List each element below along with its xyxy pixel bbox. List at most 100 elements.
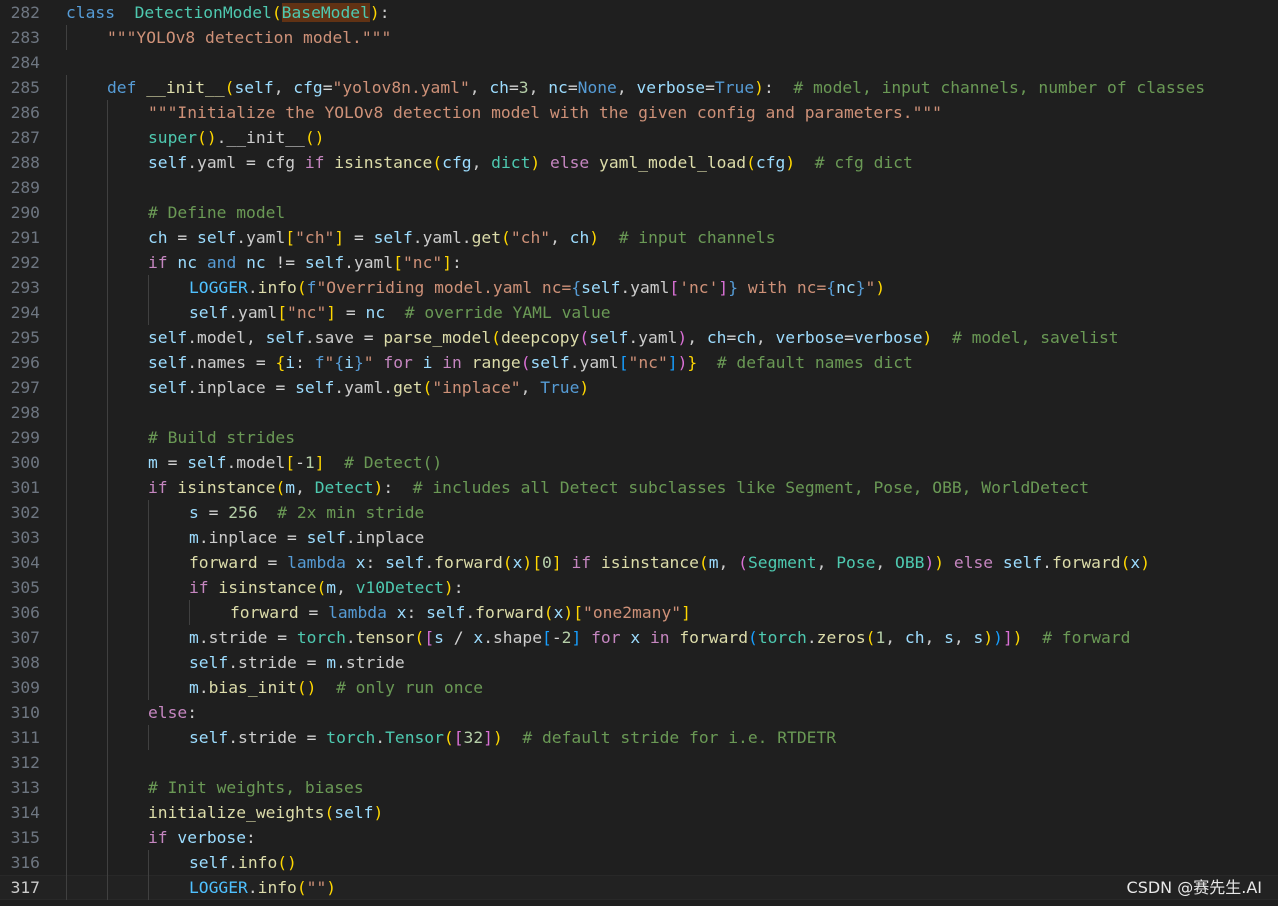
code-token: # 2x min stride xyxy=(277,503,425,522)
code-text: initialize_weights(self) xyxy=(148,800,383,825)
code-token: verbose xyxy=(177,828,247,847)
code-line[interactable]: 297 self.inplace = self.yaml.get("inplace… xyxy=(0,375,1278,400)
code-line[interactable]: 308 self.stride = m.stride xyxy=(0,650,1278,675)
indent-guide xyxy=(66,175,67,200)
code-line[interactable]: 299 # Build strides xyxy=(0,425,1278,450)
code-line[interactable]: 289 xyxy=(0,175,1278,200)
code-line[interactable]: 292 if nc and nc != self.yaml["nc"]: xyxy=(0,250,1278,275)
code-line[interactable]: 288 self.yaml = cfg if isinstance(cfg, di… xyxy=(0,150,1278,175)
code-line[interactable]: 302 s = 256 # 2x min stride xyxy=(0,500,1278,525)
indent-guide xyxy=(107,875,108,900)
code-line[interactable]: 283 """YOLOv8 detection model.""" xyxy=(0,25,1278,50)
code-line[interactable]: 296 self.names = {i: f"{i}" for i in rang… xyxy=(0,350,1278,375)
code-text: # Build strides xyxy=(148,425,295,450)
code-token: if xyxy=(148,253,168,272)
code-token: , xyxy=(550,228,570,247)
code-token: lambda xyxy=(328,603,387,622)
code-token: self xyxy=(1002,553,1043,572)
indent-guide xyxy=(107,725,108,750)
code-line[interactable]: 310 else: xyxy=(0,700,1278,725)
code-line[interactable]: 294 self.yaml["nc"] = nc # override YAML … xyxy=(0,300,1278,325)
code-token: : xyxy=(379,3,390,22)
code-line[interactable]: 311 self.stride = torch.Tensor([32]) # de… xyxy=(0,725,1278,750)
indent-guide xyxy=(148,600,149,625)
code-line[interactable]: 290 # Define model xyxy=(0,200,1278,225)
code-token: i xyxy=(344,353,354,372)
code-token: True xyxy=(714,78,755,97)
code-token: [ xyxy=(669,278,680,297)
code-line[interactable]: 316 self.info() xyxy=(0,850,1278,875)
code-editor[interactable]: 282 class DetectionModel(BaseModel): 283 ""… xyxy=(0,0,1278,906)
code-text: else: xyxy=(148,700,197,725)
code-token: self xyxy=(148,353,188,372)
code-line[interactable]: 303 m.inplace = self.inplace xyxy=(0,525,1278,550)
code-line[interactable]: 300 m = self.model[-1] # Detect() xyxy=(0,450,1278,475)
code-token: : xyxy=(365,553,386,572)
code-token: } xyxy=(855,278,866,297)
code-token: { xyxy=(275,353,286,372)
code-text: def __init__(self, cfg="yolov8n.yaml", c… xyxy=(107,75,1205,100)
indent-guide xyxy=(107,125,108,150)
code-line[interactable]: 317 LOGGER.info("") xyxy=(0,875,1278,900)
code-token: ) xyxy=(677,353,688,372)
code-token: # Init weights, biases xyxy=(148,778,364,797)
code-line[interactable]: 304 forward = lambda x: self.forward(x)[0… xyxy=(0,550,1278,575)
code-line[interactable]: 293 LOGGER.info(f"Overriding model.yaml n… xyxy=(0,275,1278,300)
code-token: in xyxy=(442,353,462,372)
code-token: 'nc' xyxy=(679,278,719,297)
code-token: ) xyxy=(1140,553,1151,572)
code-line[interactable]: 301 if isinstance(m, Detect): # includes … xyxy=(0,475,1278,500)
code-token: "one2many" xyxy=(583,603,682,622)
code-token: .yaml xyxy=(236,228,286,247)
code-token: v10Detect xyxy=(355,578,444,597)
code-text: if nc and nc != self.yaml["nc"]: xyxy=(148,250,462,275)
indent-guide xyxy=(66,225,67,250)
code-token: """YOLOv8 detection model.""" xyxy=(107,28,392,47)
code-token: , xyxy=(471,153,492,172)
code-line[interactable]: 314 initialize_weights(self) xyxy=(0,800,1278,825)
code-token: ch xyxy=(148,228,168,247)
code-token: [ xyxy=(618,353,629,372)
code-line[interactable]: 312 xyxy=(0,750,1278,775)
code-token: ( xyxy=(324,803,335,822)
code-line[interactable]: 295 self.model, self.save = parse_model(d… xyxy=(0,325,1278,350)
code-token: .inplace xyxy=(187,378,276,397)
code-line[interactable]: 306 forward = lambda x: self.forward(x)["… xyxy=(0,600,1278,625)
code-token: ch xyxy=(489,78,509,97)
code-token: = xyxy=(308,603,319,622)
code-line[interactable]: 286 """Initialize the YOLOv8 detection mo… xyxy=(0,100,1278,125)
code-token: cfg xyxy=(255,153,305,172)
code-token: nc xyxy=(246,253,266,272)
indent-guide xyxy=(107,425,108,450)
indent-guide xyxy=(107,650,108,675)
line-number: 293 xyxy=(10,278,40,297)
indent-guide xyxy=(148,525,149,550)
code-text: ch = self.yaml["ch"] = self.yaml.get("ch… xyxy=(148,225,776,250)
code-line[interactable]: 285 def __init__(self, cfg="yolov8n.yaml"… xyxy=(0,75,1278,100)
code-token: if xyxy=(189,578,209,597)
code-token: [ xyxy=(573,603,584,622)
code-line[interactable]: 284 xyxy=(0,50,1278,75)
code-line[interactable]: 298 xyxy=(0,400,1278,425)
code-token: info xyxy=(257,278,297,297)
code-line[interactable]: 309 m.bias_init() # only run once xyxy=(0,675,1278,700)
code-token: ) xyxy=(369,3,380,22)
code-line[interactable]: 307 m.stride = torch.tensor([s / x.shape[… xyxy=(0,625,1278,650)
code-token: initialize_weights xyxy=(148,803,325,822)
code-line[interactable]: 291 ch = self.yaml["ch"] = self.yaml.get(… xyxy=(0,225,1278,250)
code-line[interactable]: 305 if isinstance(m, v10Detect): xyxy=(0,575,1278,600)
code-token: () xyxy=(197,128,217,147)
code-line[interactable]: 282 class DetectionModel(BaseModel): xyxy=(0,0,1278,25)
code-token: .yaml xyxy=(569,353,619,372)
code-text: m.bias_init() # only run once xyxy=(189,675,483,700)
code-token: . xyxy=(465,603,476,622)
code-line[interactable]: 315 if verbose: xyxy=(0,825,1278,850)
code-line[interactable]: 313 # Init weights, biases xyxy=(0,775,1278,800)
code-line[interactable]: 287 super().__init__() xyxy=(0,125,1278,150)
code-token: .shape xyxy=(483,628,543,647)
